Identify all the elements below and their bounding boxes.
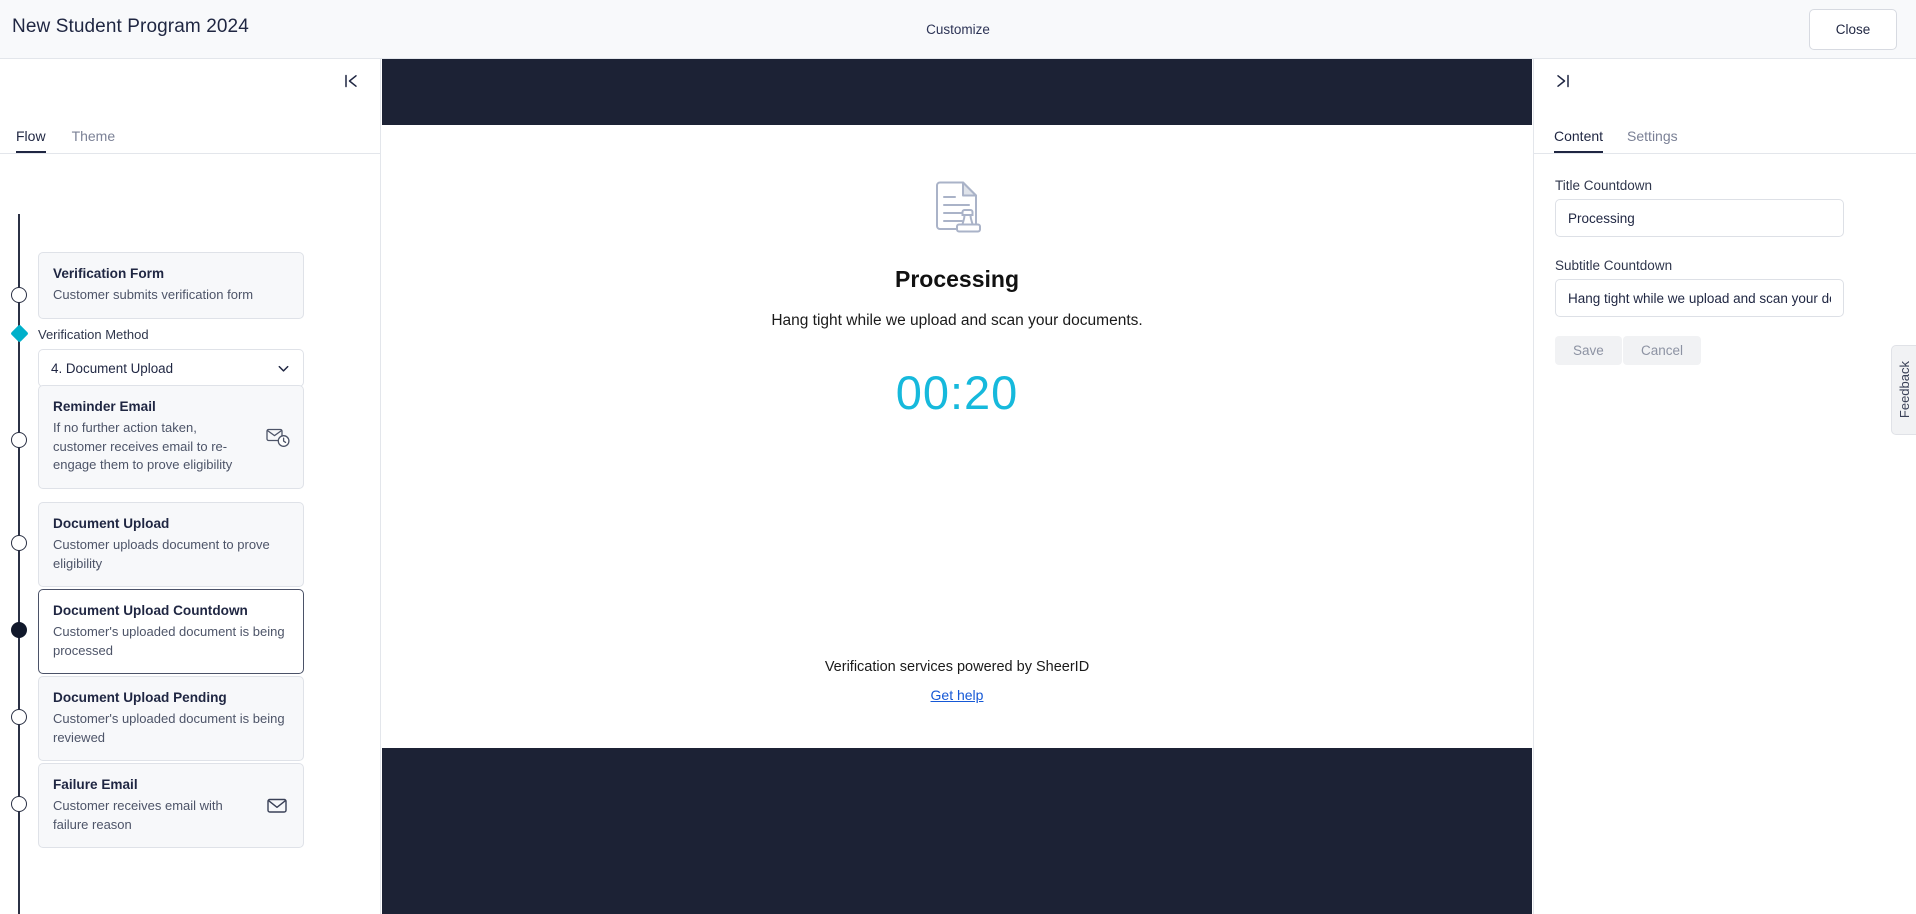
flow-card-desc: Customer submits verification form — [53, 286, 254, 302]
flow-node-marker — [11, 709, 27, 725]
flow-card-title: Verification Form — [53, 266, 165, 281]
title-countdown-input[interactable] — [1555, 199, 1844, 237]
tab-theme[interactable]: Theme — [72, 128, 116, 153]
title-countdown-label: Title Countdown — [1555, 178, 1653, 193]
flow-card-desc: Customer's uploaded document is being re… — [53, 710, 285, 745]
verification-preview-card: Processing Hang tight while we upload an… — [382, 125, 1532, 748]
flow-card-desc: Customer's uploaded document is being pr… — [53, 623, 285, 658]
tab-content[interactable]: Content — [1554, 128, 1604, 153]
content-settings-panel: Content Settings Title Countdown Subtitl… — [1533, 59, 1916, 914]
flow-card-title: Reminder Email — [53, 399, 156, 414]
page-title: New Student Program 2024 — [12, 16, 249, 37]
cancel-button[interactable]: Cancel — [1623, 336, 1702, 365]
verification-method-label: Verification Method — [38, 327, 149, 342]
collapse-left-icon[interactable] — [340, 70, 362, 92]
flow-card-reminder-email[interactable]: Reminder Email If no further action take… — [38, 385, 304, 490]
get-help-link[interactable]: Get help — [931, 687, 984, 703]
preview-subtitle: Hang tight while we upload and scan your… — [771, 312, 1143, 329]
flow-node-marker — [11, 287, 27, 303]
flow-card-desc: Customer uploads document to prove eligi… — [53, 536, 270, 571]
flow-card-verification-form[interactable]: Verification Form Customer submits verif… — [38, 252, 304, 319]
subtitle-countdown-input[interactable] — [1555, 279, 1844, 317]
document-stamp-icon — [924, 174, 990, 240]
flow-step-list: Verification Form Customer submits verif… — [0, 159, 380, 914]
flow-card-document-upload[interactable]: Document Upload Customer uploads documen… — [38, 502, 304, 588]
feedback-label: Feedback — [1896, 361, 1912, 419]
flow-card-desc: Customer receives email with failure rea… — [53, 797, 223, 832]
flow-node-marker — [11, 432, 27, 448]
flow-card-failure-email[interactable]: Failure Email Customer receives email wi… — [38, 763, 304, 849]
flow-card-document-upload-pending[interactable]: Document Upload Pending Customer's uploa… — [38, 676, 304, 762]
flow-card-title: Failure Email — [53, 777, 138, 792]
customize-label: Customize — [926, 22, 990, 37]
verification-method-value: 4. Document Upload — [51, 360, 174, 376]
flow-card-desc: If no further action taken, customer rec… — [53, 419, 233, 473]
preview-powered-by: Verification services powered by SheerID — [824, 659, 1090, 675]
email-icon — [265, 793, 291, 819]
flow-node-marker — [11, 796, 27, 812]
subtitle-countdown-label: Subtitle Countdown — [1555, 258, 1673, 273]
preview-backdrop: Processing Hang tight while we upload an… — [382, 59, 1532, 914]
flow-card-title: Document Upload Countdown — [53, 603, 248, 618]
tab-settings[interactable]: Settings — [1627, 128, 1678, 153]
email-clock-icon — [265, 424, 291, 450]
collapse-right-icon[interactable] — [1552, 70, 1574, 92]
verification-method-marker — [10, 324, 29, 343]
flow-node-marker-selected — [11, 622, 27, 638]
flow-card-title: Document Upload Pending — [53, 690, 227, 705]
left-tabs: Flow Theme — [0, 115, 380, 154]
preview-title: Processing — [895, 266, 1019, 292]
save-button[interactable]: Save — [1555, 336, 1622, 365]
tab-flow[interactable]: Flow — [16, 128, 46, 153]
flow-sidebar: Flow Theme Verification Form Customer su… — [0, 59, 381, 914]
feedback-tab[interactable]: Feedback — [1891, 345, 1916, 435]
preview-countdown-timer: 00:20 — [895, 366, 1019, 419]
right-tabs: Content Settings — [1534, 115, 1916, 154]
flow-card-document-upload-countdown[interactable]: Document Upload Countdown Customer's upl… — [38, 589, 304, 675]
flow-node-marker — [11, 535, 27, 551]
chevron-down-icon — [276, 361, 291, 376]
flow-card-title: Document Upload — [53, 516, 170, 531]
verification-method-select[interactable]: 4. Document Upload — [38, 349, 304, 387]
close-button[interactable]: Close — [1809, 9, 1897, 50]
